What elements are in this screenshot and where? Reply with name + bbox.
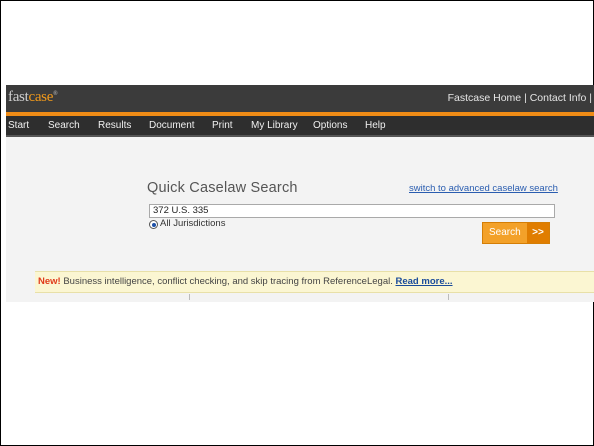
fastcase-home-link[interactable]: Fastcase Home [448, 92, 522, 104]
slide-frame: fastcase® Fastcase Home | Contact Info |… [0, 0, 594, 446]
advanced-search-link[interactable]: switch to advanced caselaw search [409, 183, 558, 194]
search-button-label: Search [489, 227, 521, 238]
all-jurisdictions-radio[interactable] [149, 220, 158, 229]
menu-item-results[interactable]: Results [98, 120, 131, 131]
page-title: Quick Caselaw Search [147, 180, 298, 196]
citation-search-input[interactable] [149, 204, 555, 218]
main-menu: Start Search Results Document Print My L… [6, 116, 594, 137]
new-badge: New! [38, 276, 61, 287]
browser-screenshot: fastcase® Fastcase Home | Contact Info |… [6, 85, 594, 302]
divider-tick [448, 294, 449, 300]
menu-item-help[interactable]: Help [365, 120, 386, 131]
banner-message: Business intelligence, conflict checking… [60, 276, 396, 287]
top-link-separator-trailing: | [589, 92, 592, 104]
read-more-link[interactable]: Read more... [396, 276, 453, 287]
search-button[interactable]: Search >> [482, 222, 550, 244]
logo-fast: fast [8, 89, 29, 105]
menu-item-start[interactable]: Start [8, 120, 29, 131]
fastcase-logo[interactable]: fastcase® [8, 89, 58, 106]
menu-item-search[interactable]: Search [48, 120, 80, 131]
announcement-banner: New! Business intelligence, conflict che… [35, 271, 594, 293]
menu-item-my-library[interactable]: My Library [251, 120, 298, 131]
logo-case: case [28, 89, 54, 105]
divider-tick [189, 294, 190, 300]
top-links: Fastcase Home | Contact Info | [448, 92, 592, 104]
menu-item-print[interactable]: Print [212, 120, 233, 131]
contact-info-link[interactable]: Contact Info [530, 92, 587, 104]
menu-item-document[interactable]: Document [149, 120, 195, 131]
double-chevron-right-icon: >> [527, 223, 549, 243]
registered-mark: ® [53, 91, 58, 97]
all-jurisdictions-label: All Jurisdictions [160, 218, 226, 229]
top-link-separator: | [524, 92, 527, 104]
banner-text: New! Business intelligence, conflict che… [38, 276, 453, 287]
top-bar: fastcase® Fastcase Home | Contact Info | [6, 85, 594, 112]
menu-item-options[interactable]: Options [313, 120, 347, 131]
